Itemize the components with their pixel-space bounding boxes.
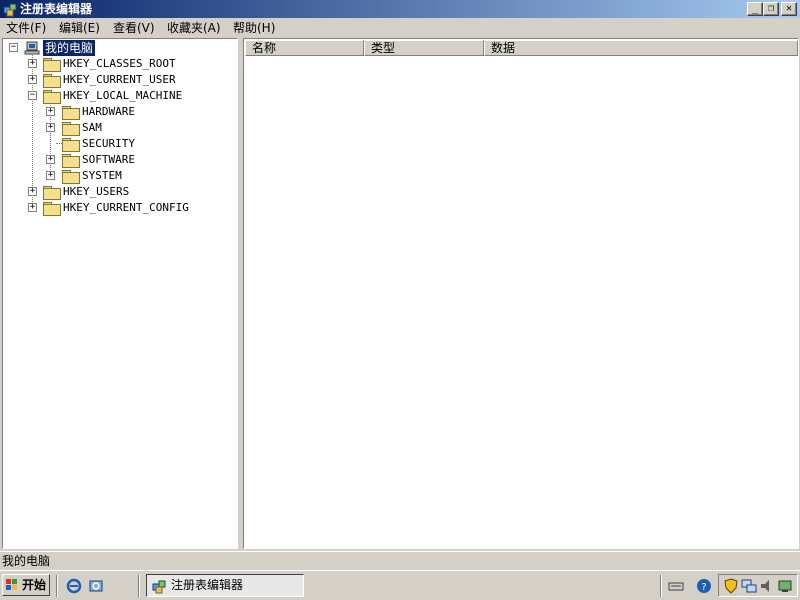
collapse-icon[interactable]: − bbox=[28, 91, 37, 100]
folder-icon bbox=[62, 122, 80, 136]
folder-icon bbox=[62, 106, 80, 120]
menu-favorites[interactable]: 收藏夹(A) bbox=[164, 20, 224, 36]
tree-label: HARDWARE bbox=[82, 105, 135, 118]
taskbar: 开始 注册表编辑器 ? bbox=[0, 570, 800, 600]
tree-label: 我的电脑 bbox=[43, 40, 96, 56]
folder-icon bbox=[43, 186, 61, 200]
tree-label: SECURITY bbox=[82, 137, 135, 150]
tree-node-system[interactable]: + SYSTEM bbox=[3, 168, 233, 184]
windows-logo-icon bbox=[6, 579, 17, 590]
window-title: 注册表编辑器 bbox=[20, 2, 93, 16]
minimize-button[interactable]: _ bbox=[747, 2, 763, 16]
expand-icon[interactable]: + bbox=[46, 123, 55, 132]
menu-view[interactable]: 查看(V) bbox=[110, 20, 158, 36]
tree-label: SYSTEM bbox=[82, 169, 122, 182]
folder-icon bbox=[43, 58, 61, 72]
tree-label: SAM bbox=[82, 121, 102, 134]
taskbar-button-label: 注册表编辑器 bbox=[171, 578, 244, 592]
expand-icon[interactable]: + bbox=[46, 107, 55, 116]
close-button[interactable]: ✕ bbox=[781, 2, 797, 16]
tree-node-hkcc[interactable]: + HKEY_CURRENT_CONFIG bbox=[3, 200, 233, 216]
tree-label: SOFTWARE bbox=[82, 153, 135, 166]
menu-edit[interactable]: 编辑(E) bbox=[56, 20, 103, 36]
restore-button[interactable]: ❐ bbox=[763, 2, 779, 16]
tree-node-hklm[interactable]: − HKEY_LOCAL_MACHINE bbox=[3, 88, 233, 104]
expand-icon[interactable]: + bbox=[46, 171, 55, 180]
start-button[interactable]: 开始 bbox=[2, 574, 50, 596]
volume-icon[interactable] bbox=[759, 578, 775, 594]
collapse-icon[interactable]: − bbox=[9, 43, 18, 52]
menu-help[interactable]: 帮助(H) bbox=[230, 20, 278, 36]
expand-icon[interactable]: + bbox=[28, 203, 37, 212]
value-list[interactable]: 名称 类型 数据 bbox=[243, 38, 799, 549]
tree-node-security[interactable]: SECURITY bbox=[3, 136, 233, 152]
folder-icon bbox=[62, 154, 80, 168]
folder-icon bbox=[43, 202, 61, 216]
tree-label: HKEY_USERS bbox=[63, 185, 130, 198]
column-header-data[interactable]: 数据 bbox=[484, 40, 798, 56]
tree-node-hkcu[interactable]: + HKEY_CURRENT_USER bbox=[3, 72, 233, 88]
shield-icon[interactable] bbox=[723, 578, 739, 594]
tree-label: HKEY_CURRENT_USER bbox=[63, 73, 176, 86]
column-header-type[interactable]: 类型 bbox=[364, 40, 484, 56]
tree-label: HKEY_LOCAL_MACHINE bbox=[63, 89, 183, 102]
toolbar-separator bbox=[138, 575, 140, 597]
regedit-icon bbox=[152, 580, 166, 594]
tree-node-sam[interactable]: + SAM bbox=[3, 120, 233, 136]
computer-icon bbox=[24, 41, 40, 55]
expand-icon[interactable]: + bbox=[28, 59, 37, 68]
svg-text:?: ? bbox=[701, 582, 706, 593]
tree-node-hardware[interactable]: + HARDWARE bbox=[3, 104, 233, 120]
menu-file[interactable]: 文件(F) bbox=[3, 20, 49, 36]
network-icon[interactable] bbox=[741, 578, 757, 594]
regedit-icon bbox=[3, 3, 17, 17]
tree-node-hku[interactable]: + HKEY_USERS bbox=[3, 184, 233, 200]
tree-node-my-computer[interactable]: − 我的电脑 bbox=[3, 40, 233, 56]
expand-icon[interactable]: + bbox=[28, 187, 37, 196]
title-bar[interactable]: 注册表编辑器 _ ❐ ✕ bbox=[0, 0, 800, 18]
folder-open-icon bbox=[43, 90, 61, 104]
help-icon[interactable]: ? bbox=[696, 578, 712, 594]
tree-label: HKEY_CLASSES_ROOT bbox=[63, 57, 176, 70]
tree-label: HKEY_CURRENT_CONFIG bbox=[63, 201, 189, 214]
toolbar-separator bbox=[660, 575, 662, 597]
connection-icon[interactable] bbox=[777, 578, 793, 594]
folder-icon bbox=[62, 170, 80, 184]
tree-node-software[interactable]: + SOFTWARE bbox=[3, 152, 233, 168]
tree-node-hkcr[interactable]: + HKEY_CLASSES_ROOT bbox=[3, 56, 233, 72]
outlook-express-icon[interactable] bbox=[88, 578, 104, 594]
column-header-name[interactable]: 名称 bbox=[245, 40, 364, 56]
folder-icon bbox=[43, 74, 61, 88]
menu-bar: 文件(F) 编辑(E) 查看(V) 收藏夹(A) 帮助(H) bbox=[0, 18, 800, 38]
toolbar-separator bbox=[56, 575, 58, 597]
keyboard-icon[interactable] bbox=[668, 578, 684, 594]
expand-icon[interactable]: + bbox=[46, 155, 55, 164]
taskbar-button-regedit[interactable]: 注册表编辑器 bbox=[146, 574, 304, 597]
expand-icon[interactable]: + bbox=[28, 75, 37, 84]
registry-tree[interactable]: − 我的电脑 + HKEY_CLASSES_ROOT + HKEY_CURREN… bbox=[2, 38, 238, 549]
status-bar: 我的电脑 bbox=[0, 551, 800, 569]
folder-icon bbox=[62, 138, 80, 152]
status-text: 我的电脑 bbox=[2, 554, 51, 568]
internet-explorer-icon[interactable] bbox=[66, 578, 82, 594]
system-tray bbox=[718, 574, 798, 597]
start-label: 开始 bbox=[22, 578, 47, 592]
